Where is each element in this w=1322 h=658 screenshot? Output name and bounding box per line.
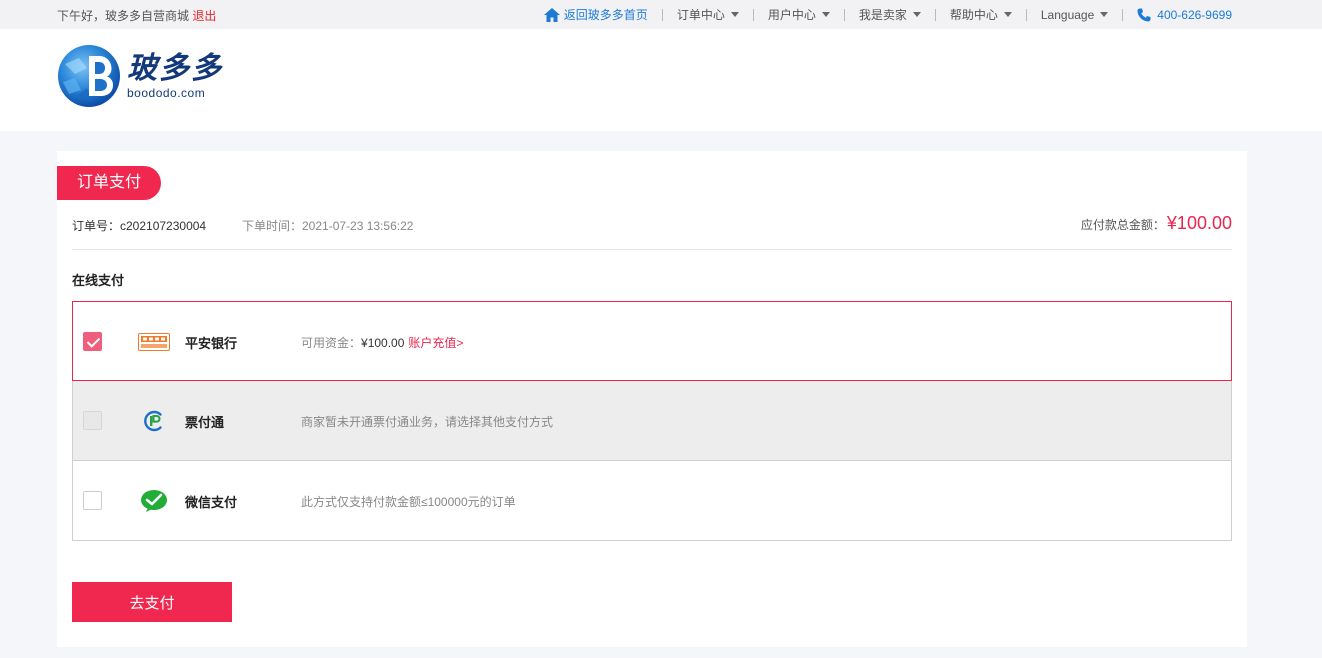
nav-divider: [843, 8, 845, 21]
phone-number-label: 400-626-9699: [1157, 7, 1232, 22]
top-nav: 返回玻多多首页 订单中心 用户中心 我是卖家 帮助中心 Language 400…: [543, 0, 1232, 29]
wechat-pay-icon: [138, 489, 170, 513]
payment-method-name: 平安银行: [185, 336, 238, 351]
payment-method-name: 微信支付: [185, 495, 238, 510]
divider: [72, 249, 1232, 250]
total-label: 应付款总金额：: [1080, 218, 1165, 232]
payment-methods: 平安银行 可用资金：¥100.00 账户充值> 票付通 商家暂未开通票付通业务，请…: [72, 301, 1232, 541]
order-time: 下单时间：2021-07-23 13:56:22: [242, 219, 414, 233]
nav-divider: [752, 8, 754, 21]
nav-orders[interactable]: 订单中心: [677, 6, 739, 23]
nav-help[interactable]: 帮助中心: [950, 6, 1012, 23]
payment-method-name: 票付通: [185, 415, 225, 430]
nav-seller-label: 我是卖家: [858, 8, 907, 22]
phone-number: 400-626-9699: [1137, 8, 1232, 22]
greeting-text: 下午好，玻多多自营商城: [57, 9, 190, 23]
site-header: 玻多多 boododo.com: [0, 29, 1322, 131]
page-title-tag: 订单支付: [57, 166, 161, 200]
nav-divider: [1025, 8, 1027, 21]
recharge-link[interactable]: 账户充值>: [408, 336, 463, 350]
nav-language-label: Language: [1040, 7, 1095, 22]
go-pay-button[interactable]: 去支付: [72, 582, 232, 622]
pingan-bank-icon: [138, 330, 170, 354]
nav-divider: [661, 8, 663, 21]
chevron-down-icon: [1100, 12, 1109, 17]
payment-method-wechat[interactable]: 微信支付 此方式仅支持付款金额≤100000元的订单: [72, 461, 1232, 541]
home-link[interactable]: 返回玻多多首页: [543, 6, 648, 23]
payment-panel: 订单支付 订单号：c202107230004 下单时间：2021-07-23 1…: [57, 151, 1247, 647]
nav-user-label: 用户中心: [767, 8, 816, 22]
logo-text: 玻多多 boododo.com: [127, 51, 223, 101]
payment-method-desc: 可用资金：¥100.00 账户充值>: [301, 334, 463, 351]
house-icon: [543, 7, 560, 22]
nav-divider: [934, 8, 936, 21]
total-amount: 应付款总金额： ¥100.00: [1081, 213, 1232, 234]
logo-domain: boododo.com: [127, 86, 206, 100]
chevron-down-icon: [912, 12, 921, 17]
order-number: 订单号：c202107230004: [72, 219, 207, 233]
site-logo[interactable]: 玻多多 boododo.com: [57, 44, 223, 108]
logo-chinese-name: 玻多多: [127, 51, 223, 86]
nav-divider: [1122, 8, 1124, 21]
piaofutong-checkbox: [83, 411, 102, 430]
pingan-checkbox[interactable]: [83, 332, 102, 351]
available-funds-value: ¥100.00: [361, 336, 405, 350]
section-title: 在线支付: [72, 273, 125, 288]
greeting: 下午好，玻多多自营商城 退出: [57, 7, 216, 24]
chevron-down-icon: [730, 12, 739, 17]
nav-user[interactable]: 用户中心: [768, 6, 830, 23]
logo-globe-icon: [58, 45, 120, 107]
wechat-checkbox[interactable]: [83, 491, 102, 510]
piaofutong-icon: [138, 409, 170, 433]
nav-help-label: 帮助中心: [949, 8, 998, 22]
home-link-label: 返回玻多多首页: [563, 8, 648, 22]
chevron-down-icon: [821, 12, 830, 17]
nav-language[interactable]: Language: [1040, 7, 1109, 22]
nav-seller[interactable]: 我是卖家: [859, 6, 921, 23]
phone-icon: [1137, 8, 1151, 21]
payment-method-desc: 此方式仅支持付款金额≤100000元的订单: [301, 495, 516, 509]
top-bar: 下午好，玻多多自营商城 退出 返回玻多多首页 订单中心 用户中心 我是卖家 帮助…: [0, 0, 1322, 29]
chevron-down-icon: [1003, 12, 1012, 17]
total-value: ¥100.00: [1166, 213, 1232, 233]
available-funds-label: 可用资金：: [301, 336, 362, 350]
payment-method-pingan[interactable]: 平安银行 可用资金：¥100.00 账户充值>: [72, 301, 1232, 381]
payment-method-piaofutong: 票付通 商家暂未开通票付通业务，请选择其他支付方式: [72, 381, 1232, 461]
nav-orders-label: 订单中心: [676, 8, 725, 22]
payment-method-desc: 商家暂未开通票付通业务，请选择其他支付方式: [301, 415, 554, 429]
logout-link[interactable]: 退出: [192, 9, 216, 23]
